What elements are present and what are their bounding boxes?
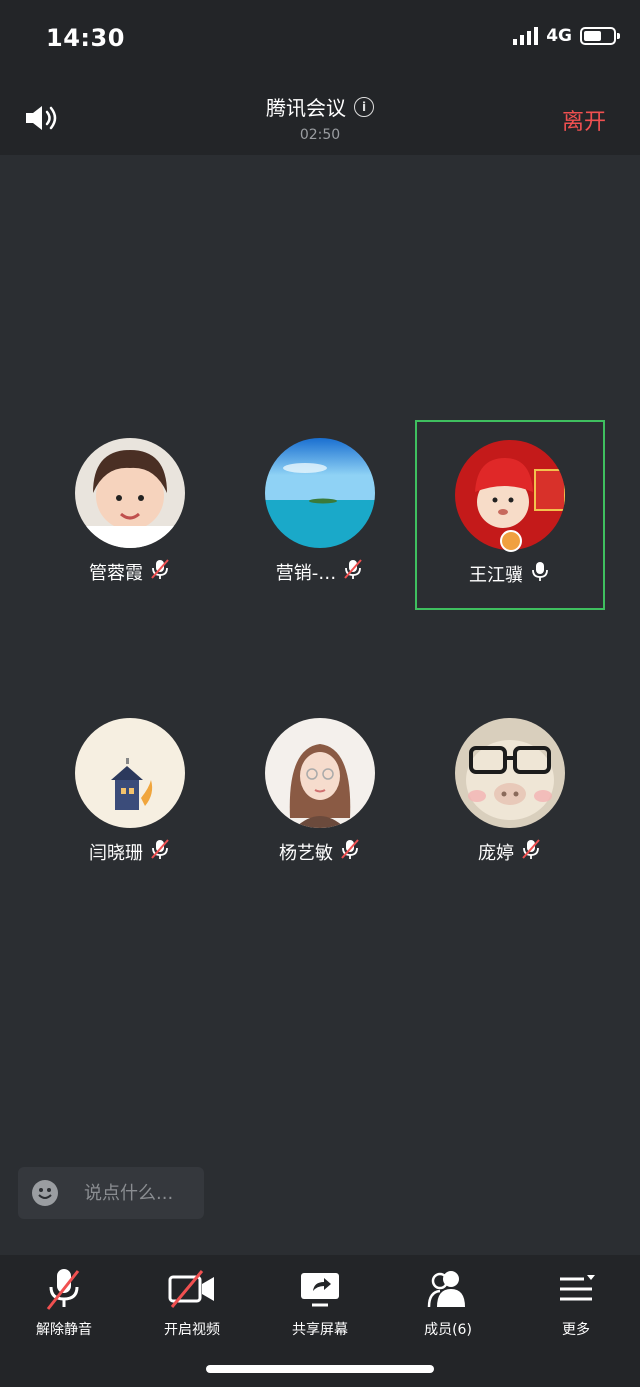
participant-tile[interactable]: 管蓉霞	[35, 420, 225, 610]
emoji-icon[interactable]	[32, 1180, 58, 1206]
participant-name: 营销-…	[275, 562, 337, 584]
meeting-title: 腾讯会议	[266, 96, 346, 120]
mic-muted-icon	[46, 1269, 80, 1310]
video-off-icon	[168, 1270, 214, 1308]
participant-name-row: 闫晓珊	[35, 838, 225, 865]
status-time: 14:30	[46, 24, 125, 52]
avatar	[455, 718, 565, 828]
home-indicator[interactable]	[206, 1365, 434, 1373]
more-label: 更多	[562, 1322, 590, 1338]
mic-muted-icon	[342, 558, 364, 585]
participant-tile[interactable]: 闫晓珊	[35, 700, 225, 890]
host-badge-icon	[500, 530, 522, 552]
avatar	[75, 718, 185, 828]
participant-tile[interactable]: 庞婷	[415, 700, 605, 890]
top-bar: 14:30 4G 腾讯会议 i 02:50 离开	[0, 0, 640, 155]
share-screen-icon	[301, 1273, 339, 1307]
members-icon	[427, 1271, 465, 1308]
mic-muted-icon	[149, 838, 171, 865]
participant-name: 杨艺敏	[279, 842, 333, 864]
more-button[interactable]: 更多	[516, 1267, 636, 1339]
participant-name-row: 营销-…	[225, 558, 415, 585]
avatar	[265, 438, 375, 548]
share-screen-button[interactable]: 共享屏幕	[260, 1267, 380, 1339]
mic-on-icon	[529, 560, 551, 587]
participant-tile[interactable]: 杨艺敏	[225, 700, 415, 890]
battery-icon	[580, 27, 620, 45]
mic-muted-icon	[520, 838, 542, 865]
network-type: 4G	[546, 26, 572, 46]
participant-name-row: 庞婷	[415, 838, 605, 865]
participant-tile[interactable]: 王江骥	[415, 420, 605, 610]
participant-name-row: 王江骥	[417, 560, 603, 587]
chat-input-box[interactable]	[18, 1167, 206, 1219]
share-screen-label: 共享屏幕	[292, 1322, 348, 1338]
meeting-header: 腾讯会议 i 02:50	[0, 92, 640, 143]
avatar	[75, 438, 185, 548]
chat-input[interactable]	[82, 1181, 206, 1205]
participant-name: 闫晓珊	[89, 842, 143, 864]
video-label: 开启视频	[164, 1322, 220, 1338]
leave-button[interactable]: 离开	[562, 104, 606, 136]
participant-name-row: 杨艺敏	[225, 838, 415, 865]
participant-name: 庞婷	[478, 842, 514, 864]
mic-muted-icon	[149, 558, 171, 585]
participant-name: 王江骥	[469, 564, 523, 586]
status-icons: 4G	[513, 26, 620, 46]
participant-tile[interactable]: 营销-…	[225, 420, 415, 610]
info-icon[interactable]: i	[354, 96, 374, 117]
unmute-button[interactable]: 解除静音	[4, 1267, 124, 1339]
meeting-duration: 02:50	[299, 127, 341, 143]
participant-name-row: 管蓉霞	[35, 558, 225, 585]
avatar	[265, 718, 375, 828]
members-button[interactable]: 成员(6)	[388, 1267, 508, 1339]
more-menu-icon	[560, 1275, 595, 1301]
video-button[interactable]: 开启视频	[132, 1267, 252, 1339]
signal-icon	[513, 27, 539, 45]
unmute-label: 解除静音	[36, 1322, 92, 1338]
members-label: 成员(6)	[424, 1322, 472, 1338]
mic-muted-icon	[339, 838, 361, 865]
participant-name: 管蓉霞	[89, 562, 143, 584]
